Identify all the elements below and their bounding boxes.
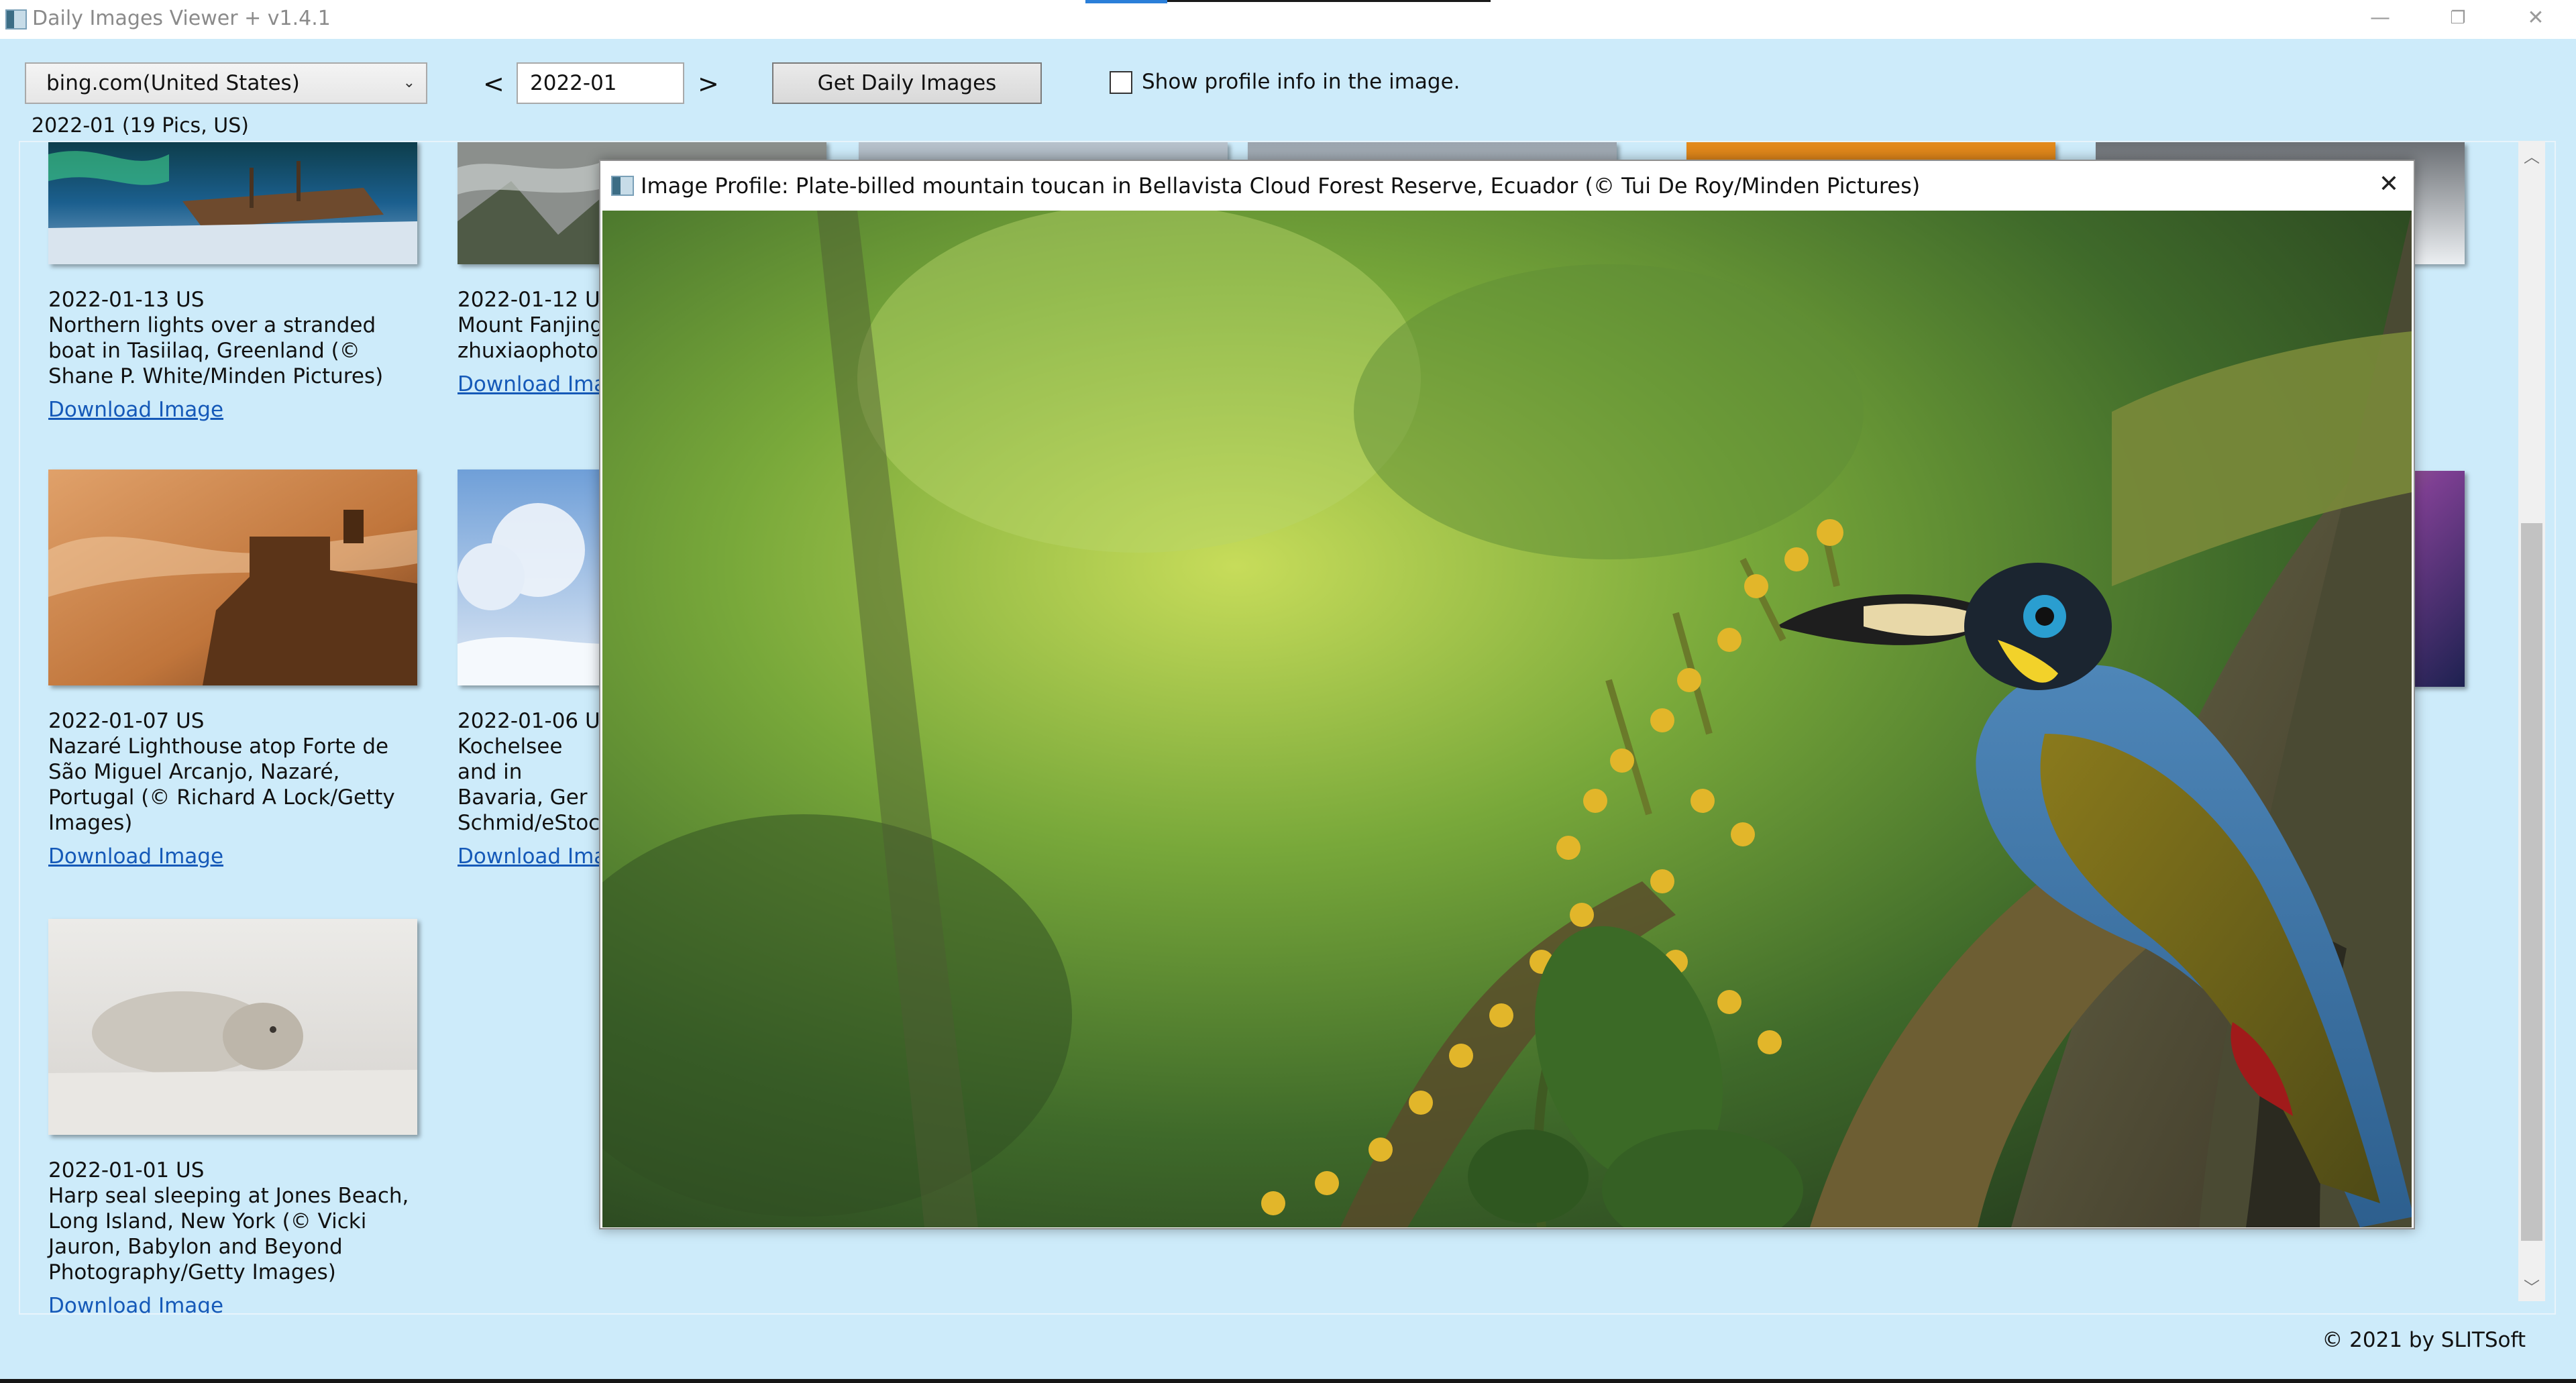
- thumbnail-image[interactable]: [48, 469, 417, 685]
- title-bar: Daily Images Viewer + v1.4.1 — ❐ ✕: [0, 0, 2576, 39]
- card-date: 2022-01-01 US: [48, 1158, 205, 1182]
- card-description: Kochelsee and in Bavaria, Ger Schmid/eSt…: [458, 734, 612, 835]
- card-date: 2022-01-07 US: [48, 709, 205, 733]
- app-icon: [5, 9, 27, 30]
- close-button[interactable]: ✕: [2497, 0, 2575, 39]
- result-summary: 2022-01 (19 Pics, US): [32, 114, 249, 137]
- title-progress-track: [1167, 0, 1491, 2]
- image-card: 2022-01-01 US Harp seal sleeping at Jone…: [48, 919, 424, 1313]
- copyright-footer: © 2021 by SLITSoft: [2322, 1328, 2526, 1352]
- card-description: Mount Fanjing zhuxiaophotog: [458, 313, 612, 363]
- download-image-link[interactable]: Download Image: [48, 1293, 424, 1313]
- month-input[interactable]: 2022-01: [517, 62, 684, 104]
- scroll-up-icon[interactable]: ︿: [2518, 144, 2545, 170]
- card-date: 2022-01-13 US: [48, 288, 205, 312]
- minimize-button[interactable]: —: [2341, 0, 2419, 39]
- close-icon[interactable]: ✕: [2379, 169, 2399, 200]
- title-progress-indicator: [1085, 0, 1167, 3]
- source-dropdown-value: bing.com(United States): [46, 71, 300, 95]
- download-image-link[interactable]: Download Image: [48, 397, 424, 423]
- thumbnail-image[interactable]: [48, 141, 417, 264]
- restore-button[interactable]: ❐: [2419, 0, 2497, 39]
- image-card: 2022-01-13 US Northern lights over a str…: [48, 141, 424, 423]
- scrollbar-thumb[interactable]: [2521, 523, 2542, 1241]
- prev-month-button[interactable]: <: [483, 66, 504, 102]
- image-card: 2022-01-07 US Nazaré Lighthouse atop For…: [48, 469, 424, 869]
- card-description: Northern lights over a stranded boat in …: [48, 313, 384, 388]
- chevron-down-icon: ⌄: [402, 74, 415, 91]
- show-profile-checkbox-label[interactable]: Show profile info in the image.: [1142, 67, 1460, 97]
- app-icon: [611, 176, 634, 196]
- thumbnail-image[interactable]: [48, 919, 417, 1135]
- profile-image: [602, 211, 2412, 1227]
- show-profile-checkbox[interactable]: [1110, 71, 1132, 94]
- image-profile-window: Image Profile: Plate-billed mountain tou…: [599, 160, 2415, 1229]
- next-month-button[interactable]: >: [698, 66, 719, 102]
- bottom-border: [0, 1379, 2576, 1383]
- popup-title-bar: Image Profile: Plate-billed mountain tou…: [600, 161, 2414, 211]
- source-dropdown[interactable]: bing.com(United States) ⌄: [25, 62, 427, 104]
- popup-title: Image Profile: Plate-billed mountain tou…: [641, 173, 1921, 199]
- window-title: Daily Images Viewer + v1.4.1: [32, 7, 331, 30]
- scroll-down-icon[interactable]: ﹀: [2518, 1274, 2545, 1301]
- get-daily-images-button[interactable]: Get Daily Images: [772, 62, 1042, 104]
- card-description: Harp seal sleeping at Jones Beach, Long …: [48, 1184, 409, 1284]
- card-description: Nazaré Lighthouse atop Forte de São Migu…: [48, 734, 395, 835]
- download-image-link[interactable]: Download Image: [48, 844, 424, 869]
